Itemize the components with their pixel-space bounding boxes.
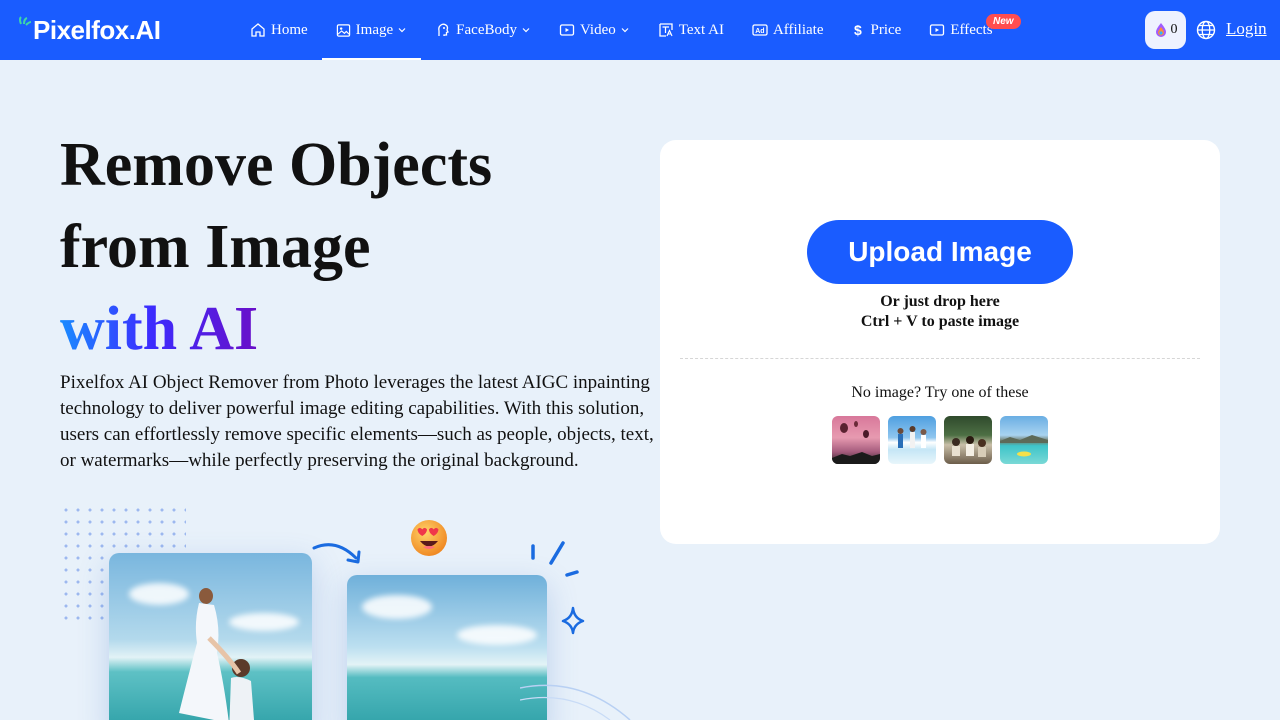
credit-drop-icon [1155,23,1166,37]
couple-figure [179,588,254,720]
credits-button[interactable]: 0 [1145,11,1186,49]
svg-text:Ad: Ad [755,28,764,35]
sample-prompt: No image? Try one of these [851,384,1029,401]
nav-label: Affiliate [772,21,824,38]
before-photo [109,553,312,720]
nav-menu: Home Image FaceBody Video Text AI Ad Aff… [236,0,1021,60]
nav-label: FaceBody [456,21,517,38]
sample-image-group-park[interactable] [944,416,992,464]
brand-name: Pixelfox.AI [33,14,161,45]
new-badge: New [985,14,1021,29]
image-icon [336,23,350,37]
drop-hint: Or just drop here Ctrl + V to paste imag… [660,292,1220,332]
brand-logo[interactable]: Pixelfox.AI [18,14,161,46]
credits-count: 0 [1170,22,1178,37]
sample-image-beach-people[interactable] [888,416,936,464]
chevron-down-icon [522,28,530,33]
nav-label: Price [870,21,902,38]
paste-hint-text: Ctrl + V to paste image [860,313,1020,330]
svg-text:$: $ [854,22,862,38]
login-link[interactable]: Login [1226,19,1267,39]
dollar-icon: $ [854,22,862,38]
globe-icon[interactable] [1196,20,1216,40]
home-icon [251,23,265,37]
text-ai-icon [659,23,673,37]
drop-hint-text: Or just drop here [880,293,1000,310]
nav-label: Image [355,21,394,38]
nav-item-effects[interactable]: Effects New [915,0,1021,60]
hero-title-line-1: Remove Objects [60,131,493,199]
hero-title-line-3: with AI [60,295,259,363]
upload-card[interactable]: Upload Image Or just drop here Ctrl + V … [660,140,1220,544]
chevron-down-icon [621,28,629,33]
nav-item-facebody[interactable]: FaceBody [421,0,545,60]
ad-icon: Ad [752,24,768,36]
hero-title: Remove Objects from Image with AI [60,124,660,370]
sample-image-sea-boat[interactable] [1000,416,1048,464]
nav-label: Text AI [678,21,724,38]
play-icon [930,24,945,36]
nav-item-home[interactable]: Home [236,0,322,60]
nav-item-video[interactable]: Video [545,0,644,60]
nav-label: Home [271,21,308,38]
hero-title-line-2: from Image [60,213,371,281]
divider [680,358,1200,359]
chevron-down-icon [398,28,406,33]
hero-description: Pixelfox AI Object Remover from Photo le… [60,372,654,471]
nav-label: Video [579,21,616,38]
nav-item-affiliate[interactable]: Ad Affiliate [738,0,838,60]
face-body-icon [438,23,450,36]
heart-eyes-emoji-icon [411,520,447,556]
upload-image-button[interactable]: Upload Image [807,220,1073,284]
video-icon [559,24,575,36]
nav-item-image[interactable]: Image [321,0,422,60]
decorative-arcs [520,684,631,720]
sample-image-balloons[interactable] [832,416,880,464]
logo-mark-icon [18,16,32,44]
sparkle-icon [531,541,585,635]
nav-item-price[interactable]: $ Price [838,0,916,60]
nav-item-text-ai[interactable]: Text AI [644,0,738,60]
after-photo [347,575,547,720]
sample-images [832,416,1048,464]
top-nav: Pixelfox.AI Home Image FaceBody Video Te… [0,0,1280,60]
curved-arrow-icon [312,543,361,564]
